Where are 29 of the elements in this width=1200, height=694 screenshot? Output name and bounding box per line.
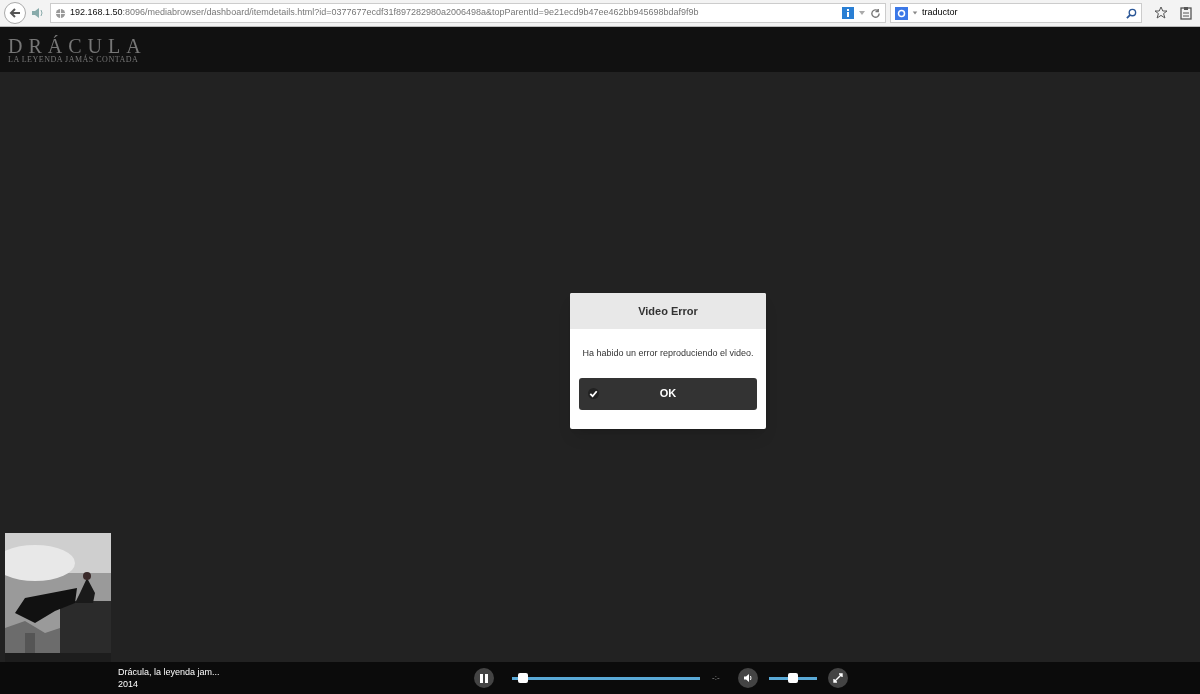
time-display: -:- [712,672,720,684]
dialog-message: Ha habido un error reproduciendo el video. [582,347,754,360]
media-year: 2014 [118,678,140,690]
media-title: Drácula, la leyenda jam... [118,666,221,678]
reload-icon[interactable] [870,7,881,19]
dialog-title: Video Error [638,303,698,319]
pause-button[interactable] [474,668,494,688]
globe-icon [55,7,66,19]
back-button[interactable] [4,2,26,24]
ok-button[interactable]: OK [579,377,757,410]
volume-slider[interactable] [768,672,817,684]
url-text: 192.168.1.50:8096/mediabrowser/dashboard/itemdetails.html?id=0377677ecdf31f897282980a2006498a&topParentId=9e21ecd9b47ee462bb945698bdaf9f9b [70,6,699,20]
bookmark-star-icon[interactable] [1154,6,1168,20]
search-icon[interactable] [1126,7,1137,19]
speaker-icon [742,673,753,683]
progress-slider[interactable] [512,672,700,684]
address-bar[interactable]: 192.168.1.50:8096/mediabrowser/dashboard/itemdetails.html?id=0377677ecdf31f897282980a2006498a&topParentId=9e21ecd9b47ee462bb945698bdaf9f9b [50,3,886,23]
checkmark-icon [588,388,599,399]
expand-icon [832,673,843,683]
logo[interactable]: DRÁCULA LA LEYENDA JAMÁS CONTADA [8,35,147,64]
search-field[interactable]: traductor [922,6,1122,20]
back-arrow-icon [9,7,21,19]
volume-button[interactable] [737,668,758,688]
pause-icon [480,673,488,683]
clipboard-icon[interactable] [1180,6,1192,20]
dropdown-icon[interactable] [912,10,918,16]
search-bar[interactable]: traductor [890,3,1142,23]
fullscreen-button[interactable] [827,668,848,688]
info-icon[interactable] [842,7,854,19]
